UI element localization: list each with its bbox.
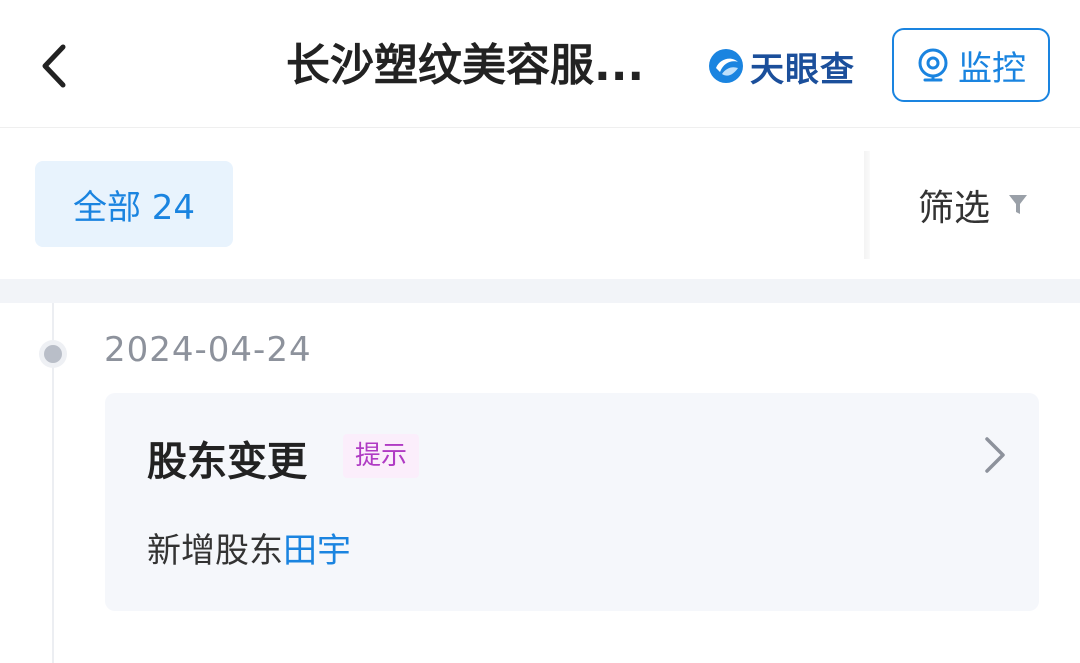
hint-badge: 提示 bbox=[343, 434, 420, 478]
filter-label: 筛选 bbox=[918, 188, 991, 229]
brand-name: 天眼查 bbox=[750, 49, 855, 90]
record-title: 股东变更 bbox=[147, 439, 307, 485]
back-chevron-icon bbox=[42, 44, 66, 88]
shareholder-link[interactable]: 田宇 bbox=[283, 531, 351, 571]
back-button[interactable] bbox=[30, 38, 78, 94]
filter-bar: 全部 24 筛选 bbox=[0, 129, 1080, 279]
change-record-card[interactable]: 股东变更 提示 新增股东田宇 bbox=[105, 393, 1039, 611]
page-title: 长沙塑纹美容服... bbox=[286, 40, 645, 91]
record-detail: 新增股东田宇 bbox=[147, 523, 351, 572]
timeline-dot bbox=[39, 340, 67, 368]
filter-button[interactable]: 筛选 bbox=[918, 177, 1028, 233]
detail-text: 新增股东 bbox=[147, 531, 283, 571]
top-nav-bar: 长沙塑纹美容服... 天眼查 监控 bbox=[0, 0, 1080, 128]
monitor-button[interactable]: 监控 bbox=[892, 28, 1050, 102]
monitor-label: 监控 bbox=[958, 48, 1026, 89]
app-screen: 长沙塑纹美容服... 天眼查 监控 全部 24 筛选 2024-04-24 股东… bbox=[0, 0, 1080, 663]
chevron-right-icon bbox=[985, 437, 1005, 473]
monitor-eye-icon bbox=[918, 48, 948, 82]
brand-logo: 天眼查 bbox=[708, 44, 855, 90]
filter-funnel-icon bbox=[1009, 195, 1028, 214]
filter-divider bbox=[864, 151, 870, 259]
timeline-date: 2024-04-24 bbox=[104, 330, 312, 370]
tianyancha-logo-icon bbox=[709, 49, 743, 83]
section-separator bbox=[0, 279, 1080, 303]
tab-all[interactable]: 全部 24 bbox=[35, 161, 233, 247]
